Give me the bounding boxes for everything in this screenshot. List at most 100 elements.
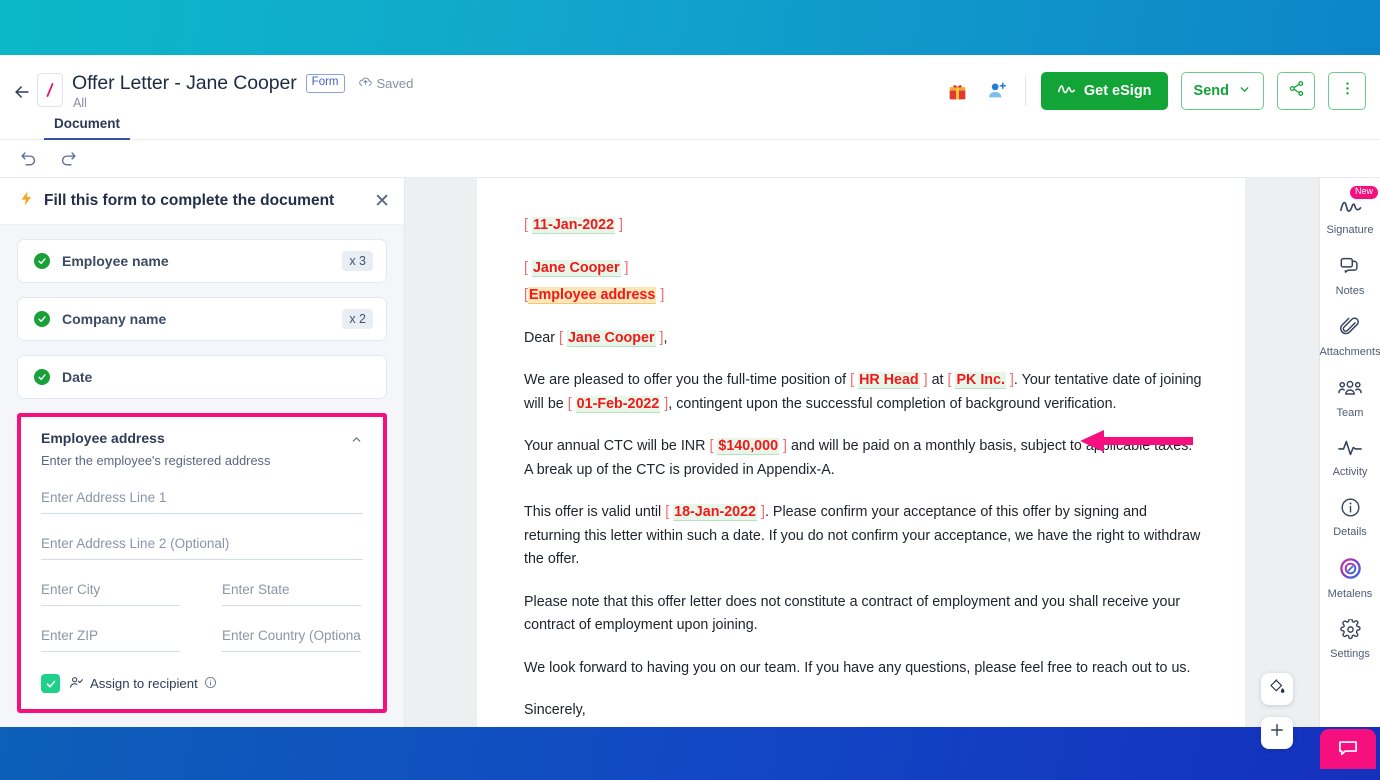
sidebar-label: Activity [1332, 466, 1368, 478]
list-item[interactable]: Company name x 2 [17, 297, 387, 341]
sidebar-item-metalens[interactable]: Metalens [1320, 548, 1380, 610]
address-line-2-input[interactable] [41, 527, 363, 560]
chevron-up-icon[interactable] [350, 433, 363, 448]
chat-support-button[interactable] [1320, 729, 1376, 769]
placeholder-employee-name[interactable]: Jane Cooper [531, 259, 621, 277]
check-circle-icon [34, 369, 50, 385]
placeholder-valid-date[interactable]: 18-Jan-2022 [673, 504, 758, 521]
app-screenshot: Offer Letter - Jane Cooper Form Saved Al… [0, 0, 1380, 780]
country-input[interactable] [222, 619, 361, 652]
bracket-open: [ [524, 259, 532, 276]
list-item[interactable]: Date [17, 355, 387, 399]
save-status-label: Saved [376, 76, 414, 91]
metalens-icon [1339, 557, 1362, 585]
assign-to-recipient-label: Assign to recipient [90, 676, 198, 691]
close-icon[interactable]: ✕ [374, 192, 390, 211]
sidebar-label: Metalens [1327, 588, 1373, 600]
signature-icon [1338, 197, 1363, 221]
bracket-close: ] [656, 287, 665, 303]
bracket-open: [ [567, 395, 576, 412]
bracket-close: ] [757, 504, 765, 520]
field-label: Employee name [62, 253, 169, 269]
document-recipient-address-line: [Employee address ] [524, 284, 1203, 308]
placeholder-employee-address[interactable]: Employee address [527, 287, 657, 304]
employee-address-description: Enter the employee's registered address [41, 453, 271, 468]
city-state-row [41, 560, 363, 606]
signature-stroke-icon [1057, 82, 1076, 100]
document-canvas[interactable]: [ 11-Jan-2022 ] [ Jane Cooper ] [Employe… [405, 178, 1319, 727]
field-label: Company name [62, 311, 167, 327]
p2-text-a: Your annual CTC will be INR [524, 438, 706, 454]
header-divider [1024, 76, 1026, 106]
zip-input[interactable] [41, 619, 180, 652]
document-date-line: [ 11-Jan-2022 ] [524, 214, 1203, 238]
info-icon[interactable] [204, 676, 217, 692]
bracket-close: ] [615, 217, 623, 233]
back-arrow-icon[interactable] [6, 76, 38, 108]
field-count-badge: x 2 [342, 309, 373, 329]
list-item[interactable]: Employee name x 3 [17, 239, 387, 283]
document-salutation: Dear [ Jane Cooper ], [524, 327, 1203, 351]
sidebar-label: Settings [1330, 648, 1370, 660]
sidebar-item-attachments[interactable]: Attachments [1319, 307, 1380, 368]
document-page: [ 11-Jan-2022 ] [ Jane Cooper ] [Employe… [477, 178, 1245, 727]
employee-address-title: Employee address [41, 430, 165, 446]
assign-to-recipient-checkbox[interactable] [41, 674, 60, 693]
lightning-bolt-icon [18, 190, 35, 212]
employee-address-header: Employee address [41, 430, 363, 448]
more-options-button[interactable] [1328, 72, 1366, 110]
p1-text-d: , contingent upon the successful complet… [668, 395, 1117, 412]
sidebar-label: Notes [1335, 285, 1365, 297]
document-subtitle: All [73, 96, 87, 110]
team-icon [1338, 377, 1362, 404]
add-user-icon[interactable] [984, 78, 1010, 104]
document-paragraph-6: Sincerely, [524, 702, 586, 718]
redo-icon[interactable] [56, 147, 80, 171]
new-badge: New [1349, 186, 1378, 199]
sidebar-item-notes[interactable]: Notes [1320, 246, 1380, 307]
bottom-gradient-band [0, 727, 1380, 780]
gift-icon[interactable] [945, 78, 971, 104]
info-circle-icon [1340, 497, 1361, 523]
cloud-upload-icon [358, 75, 373, 93]
sidebar-item-activity[interactable]: Activity [1320, 429, 1380, 488]
sidebar-label: Team [1336, 407, 1364, 419]
notes-icon [1339, 255, 1361, 282]
sidebar-item-details[interactable]: Details [1320, 488, 1380, 548]
document-paragraph-4: Please note that this offer letter does … [524, 593, 1181, 634]
document-paragraph-3: This offer is valid until [ 18-Jan-2022 … [524, 501, 1203, 572]
placeholder-joining-date[interactable]: 01-Feb-2022 [575, 395, 661, 413]
activity-icon [1338, 438, 1362, 463]
state-input[interactable] [222, 573, 361, 606]
app-header: Offer Letter - Jane Cooper Form Saved Al… [0, 55, 1380, 140]
plus-icon [1268, 721, 1286, 745]
fill-color-button[interactable] [1261, 673, 1293, 705]
form-panel-header: Fill this form to complete the document … [0, 178, 404, 225]
share-button[interactable] [1277, 72, 1315, 110]
placeholder-date[interactable]: 11-Jan-2022 [531, 217, 616, 234]
placeholder-salutation-name[interactable]: Jane Cooper [566, 329, 656, 347]
placeholder-company[interactable]: PK Inc. [955, 372, 1006, 389]
send-button[interactable]: Send [1180, 72, 1264, 110]
undo-icon[interactable] [16, 147, 40, 171]
sidebar-item-signature[interactable]: New Signature [1320, 186, 1380, 246]
address-line-1-input[interactable] [41, 481, 363, 514]
placeholder-role[interactable]: HR Head [858, 372, 920, 389]
sidebar-item-settings[interactable]: Settings [1320, 610, 1380, 670]
tab-document[interactable]: Document [44, 112, 131, 140]
assign-to-recipient-row: Assign to recipient [41, 674, 363, 693]
send-label: Send [1193, 83, 1229, 99]
placeholder-ctc[interactable]: $140,000 [717, 438, 780, 455]
bracket-open: [ [558, 329, 567, 346]
form-field-list: Employee name x 3 Company name x 2 Date … [0, 225, 404, 727]
form-type-badge: Form [305, 74, 345, 93]
sidebar-label: Signature [1326, 224, 1374, 236]
add-field-button[interactable] [1261, 717, 1293, 749]
city-input[interactable] [41, 573, 180, 606]
bracket-open: [ [524, 217, 532, 233]
document-title-row: Offer Letter - Jane Cooper Form Saved [72, 72, 413, 95]
get-esign-button[interactable]: Get eSign [1040, 72, 1168, 110]
sidebar-item-team[interactable]: Team [1320, 368, 1380, 429]
document-paragraph-5: We look forward to having you on our tea… [524, 659, 1191, 676]
annotation-arrow [1080, 430, 1193, 452]
